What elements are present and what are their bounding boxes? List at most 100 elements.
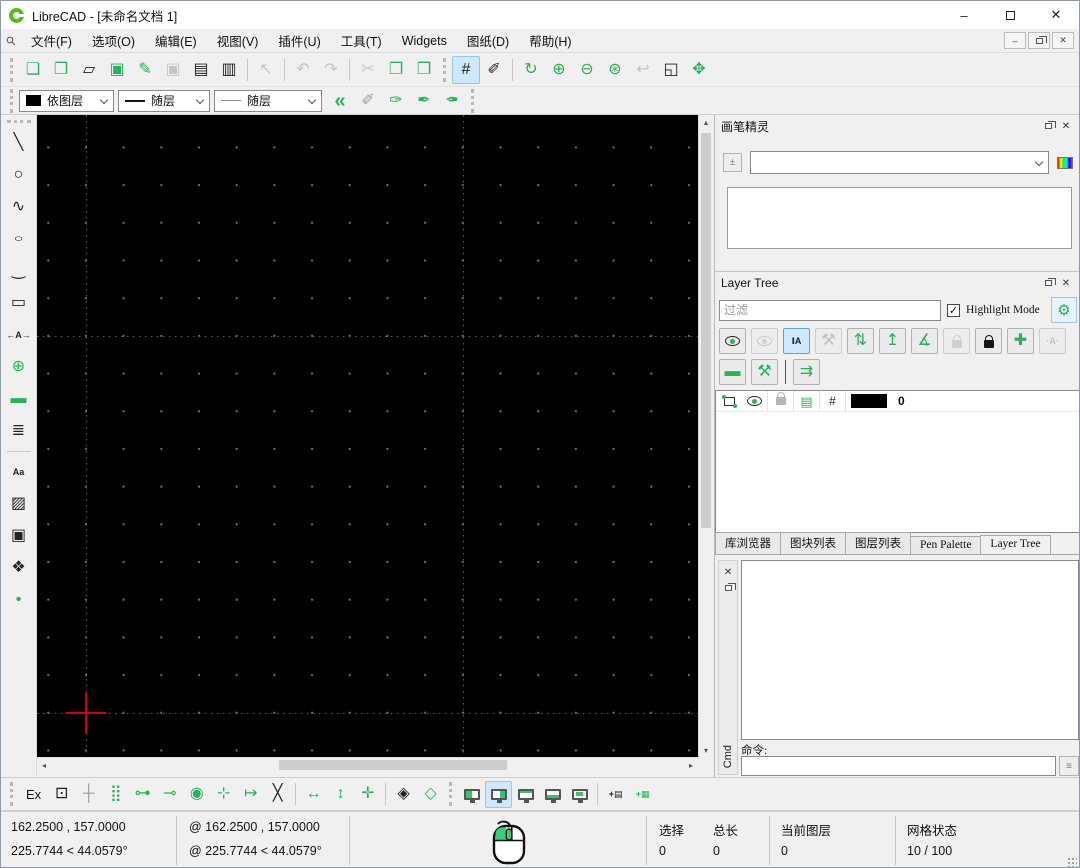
sort-layers-button[interactable]: ⇅ <box>847 328 874 354</box>
layer-tree-settings-button[interactable]: ⚙ <box>1051 297 1077 323</box>
toolbar-drag-handle[interactable] <box>471 89 475 113</box>
snap-center-button[interactable]: ◉ <box>183 781 210 808</box>
menu-edit[interactable]: 编辑(E) <box>145 29 207 52</box>
layer-color-swatch[interactable] <box>846 391 892 411</box>
pen-linetype-combobox[interactable]: 随层 <box>118 90 210 112</box>
mdi-close-button[interactable]: ✕ <box>1052 32 1074 49</box>
close-dock-button[interactable]: ✕ <box>720 564 736 580</box>
pen-wizard-list[interactable] <box>727 187 1072 249</box>
image-tool-button[interactable]: ▣ <box>5 522 33 550</box>
add-custom-widget-button[interactable]: +▦ <box>629 781 656 808</box>
close-button[interactable]: ✕ <box>1033 1 1079 29</box>
snap-on-entity-button[interactable]: ⊸ <box>156 781 183 808</box>
menu-help[interactable]: 帮助(H) <box>519 29 581 52</box>
remove-layer-button[interactable]: ▬ <box>719 359 746 385</box>
dock-top-button[interactable] <box>512 781 539 808</box>
float-dock-button[interactable] <box>720 580 736 596</box>
tab-layer-tree[interactable]: Layer Tree <box>980 535 1050 554</box>
scroll-right-icon[interactable]: ▸ <box>684 758 698 772</box>
close-dock-button[interactable]: ✕ <box>1057 118 1075 134</box>
zoom-in-button[interactable]: ⊕ <box>545 56 573 84</box>
open-button[interactable]: ▱ <box>75 56 103 84</box>
vertical-scrollbar-thumb[interactable] <box>701 133 711 528</box>
dimension-tool-button[interactable]: ←A→ <box>5 321 33 349</box>
polyline-tool-button[interactable]: ‿ <box>5 257 33 285</box>
show-all-layers-button[interactable] <box>719 328 746 354</box>
pick-pen-button[interactable]: ✐ <box>354 87 382 115</box>
horizontal-scrollbar[interactable]: ◂ ▸ <box>37 757 698 771</box>
minimize-button[interactable]: – <box>941 1 987 29</box>
float-dock-button[interactable] <box>1039 275 1057 291</box>
layer-visibility-icon[interactable] <box>742 391 768 411</box>
layer-print-icon[interactable]: ▤ <box>794 391 820 411</box>
redraw-button[interactable]: ↻ <box>517 56 545 84</box>
snap-endpoints-button[interactable]: ⊶ <box>129 781 156 808</box>
highlight-mode-checkbox[interactable]: ✓ <box>947 304 960 317</box>
select-tool-button[interactable]: ▭ <box>5 289 33 317</box>
new-document-button[interactable]: ❏ <box>19 56 47 84</box>
restrict-orthogonal-button[interactable]: ✛ <box>354 781 381 808</box>
mdi-minimize-button[interactable]: – <box>1004 32 1026 49</box>
zoom-out-button[interactable]: ⊖ <box>573 56 601 84</box>
drawing-canvas[interactable] <box>37 115 698 757</box>
command-history[interactable] <box>741 560 1079 740</box>
snap-free-button[interactable]: ⊡ <box>48 781 75 808</box>
zoom-window-button[interactable]: ◱ <box>657 56 685 84</box>
zoom-auto-button[interactable]: ⊛ <box>601 56 629 84</box>
layer-construction-toggle-icon[interactable]: # <box>820 391 846 411</box>
line-tool-button[interactable]: ╲ <box>5 129 33 157</box>
lock-relative-zero-button[interactable]: ◈ <box>390 781 417 808</box>
snap-intersection-button[interactable]: ╳ <box>264 781 291 808</box>
zoom-pan-button[interactable]: ✥ <box>685 56 713 84</box>
tab-layer-list[interactable]: 图层列表 <box>845 532 911 554</box>
pen-toolbar-handle[interactable] <box>10 89 14 113</box>
menu-drawings[interactable]: 图纸(D) <box>457 29 519 52</box>
ellipse-tool-button[interactable]: ○ <box>5 225 33 253</box>
scroll-down-icon[interactable]: ▾ <box>699 743 713 757</box>
layer-list[interactable]: ▤ # 0 <box>715 390 1080 533</box>
copy-button[interactable]: ❐ <box>382 56 410 84</box>
layer-list-options-button[interactable]: ⇉ <box>793 359 820 385</box>
maximize-button[interactable] <box>987 1 1033 29</box>
angle-marker-button[interactable]: ∡ <box>911 328 938 354</box>
measure-tool-button[interactable]: ▬ <box>5 385 33 413</box>
snap-grid-button[interactable]: ┼ <box>75 781 102 808</box>
save-button[interactable]: ▣ <box>103 56 131 84</box>
add-layer-button[interactable]: ✚ <box>1007 328 1034 354</box>
pick-pen-selected-button[interactable]: ✑ <box>382 87 410 115</box>
command-options-button[interactable]: ≡ <box>1059 756 1079 776</box>
copy-pen-button[interactable]: ✒ <box>438 87 466 115</box>
vertical-scrollbar[interactable]: ▴ ▾ <box>698 115 712 757</box>
text-cursor-toggle-button[interactable]: ⅠA <box>783 328 810 354</box>
snap-middle-button[interactable]: ⊹ <box>210 781 237 808</box>
resize-grip[interactable] <box>1067 857 1077 867</box>
pen-color-combobox[interactable]: 依图层 <box>19 90 114 112</box>
hammer-button[interactable]: ⚒ <box>751 359 778 385</box>
layer-row[interactable]: ▤ # 0 <box>716 391 1080 412</box>
print-preview-button[interactable]: ▥ <box>215 56 243 84</box>
layer-filter-input[interactable] <box>719 300 941 321</box>
pen-wizard-apply-button[interactable]: ± <box>723 153 742 172</box>
apply-pen-button[interactable]: ✒ <box>410 87 438 115</box>
dock-areas-handle[interactable] <box>449 782 453 806</box>
draft-mode-button[interactable]: ✐ <box>480 56 508 84</box>
tab-pen-palette[interactable]: Pen Palette <box>910 536 981 554</box>
hatch-tool-button[interactable]: ▨ <box>5 490 33 518</box>
block-tool-button[interactable]: ❖ <box>5 554 33 582</box>
dock-left-button[interactable] <box>458 781 485 808</box>
view-toolbar-handle[interactable] <box>443 58 447 82</box>
dock-bottom-button[interactable] <box>539 781 566 808</box>
print-button[interactable]: ▤ <box>187 56 215 84</box>
scroll-up-icon[interactable]: ▴ <box>699 115 713 129</box>
set-relative-zero-button[interactable]: ◇ <box>417 781 444 808</box>
construction-layer-icon[interactable] <box>716 391 742 411</box>
add-custom-toolbar-button[interactable]: +▤ <box>602 781 629 808</box>
curve-tool-button[interactable]: ∿ <box>5 193 33 221</box>
lock-all-button[interactable] <box>975 328 1002 354</box>
tab-block-list[interactable]: 图块列表 <box>780 532 846 554</box>
file-toolbar-handle[interactable] <box>10 58 14 82</box>
mtext-tool-button[interactable]: Aa <box>5 458 33 486</box>
new-from-template-button[interactable]: ❐ <box>47 56 75 84</box>
command-input[interactable] <box>741 756 1056 776</box>
menu-plugins[interactable]: 插件(U) <box>268 29 330 52</box>
